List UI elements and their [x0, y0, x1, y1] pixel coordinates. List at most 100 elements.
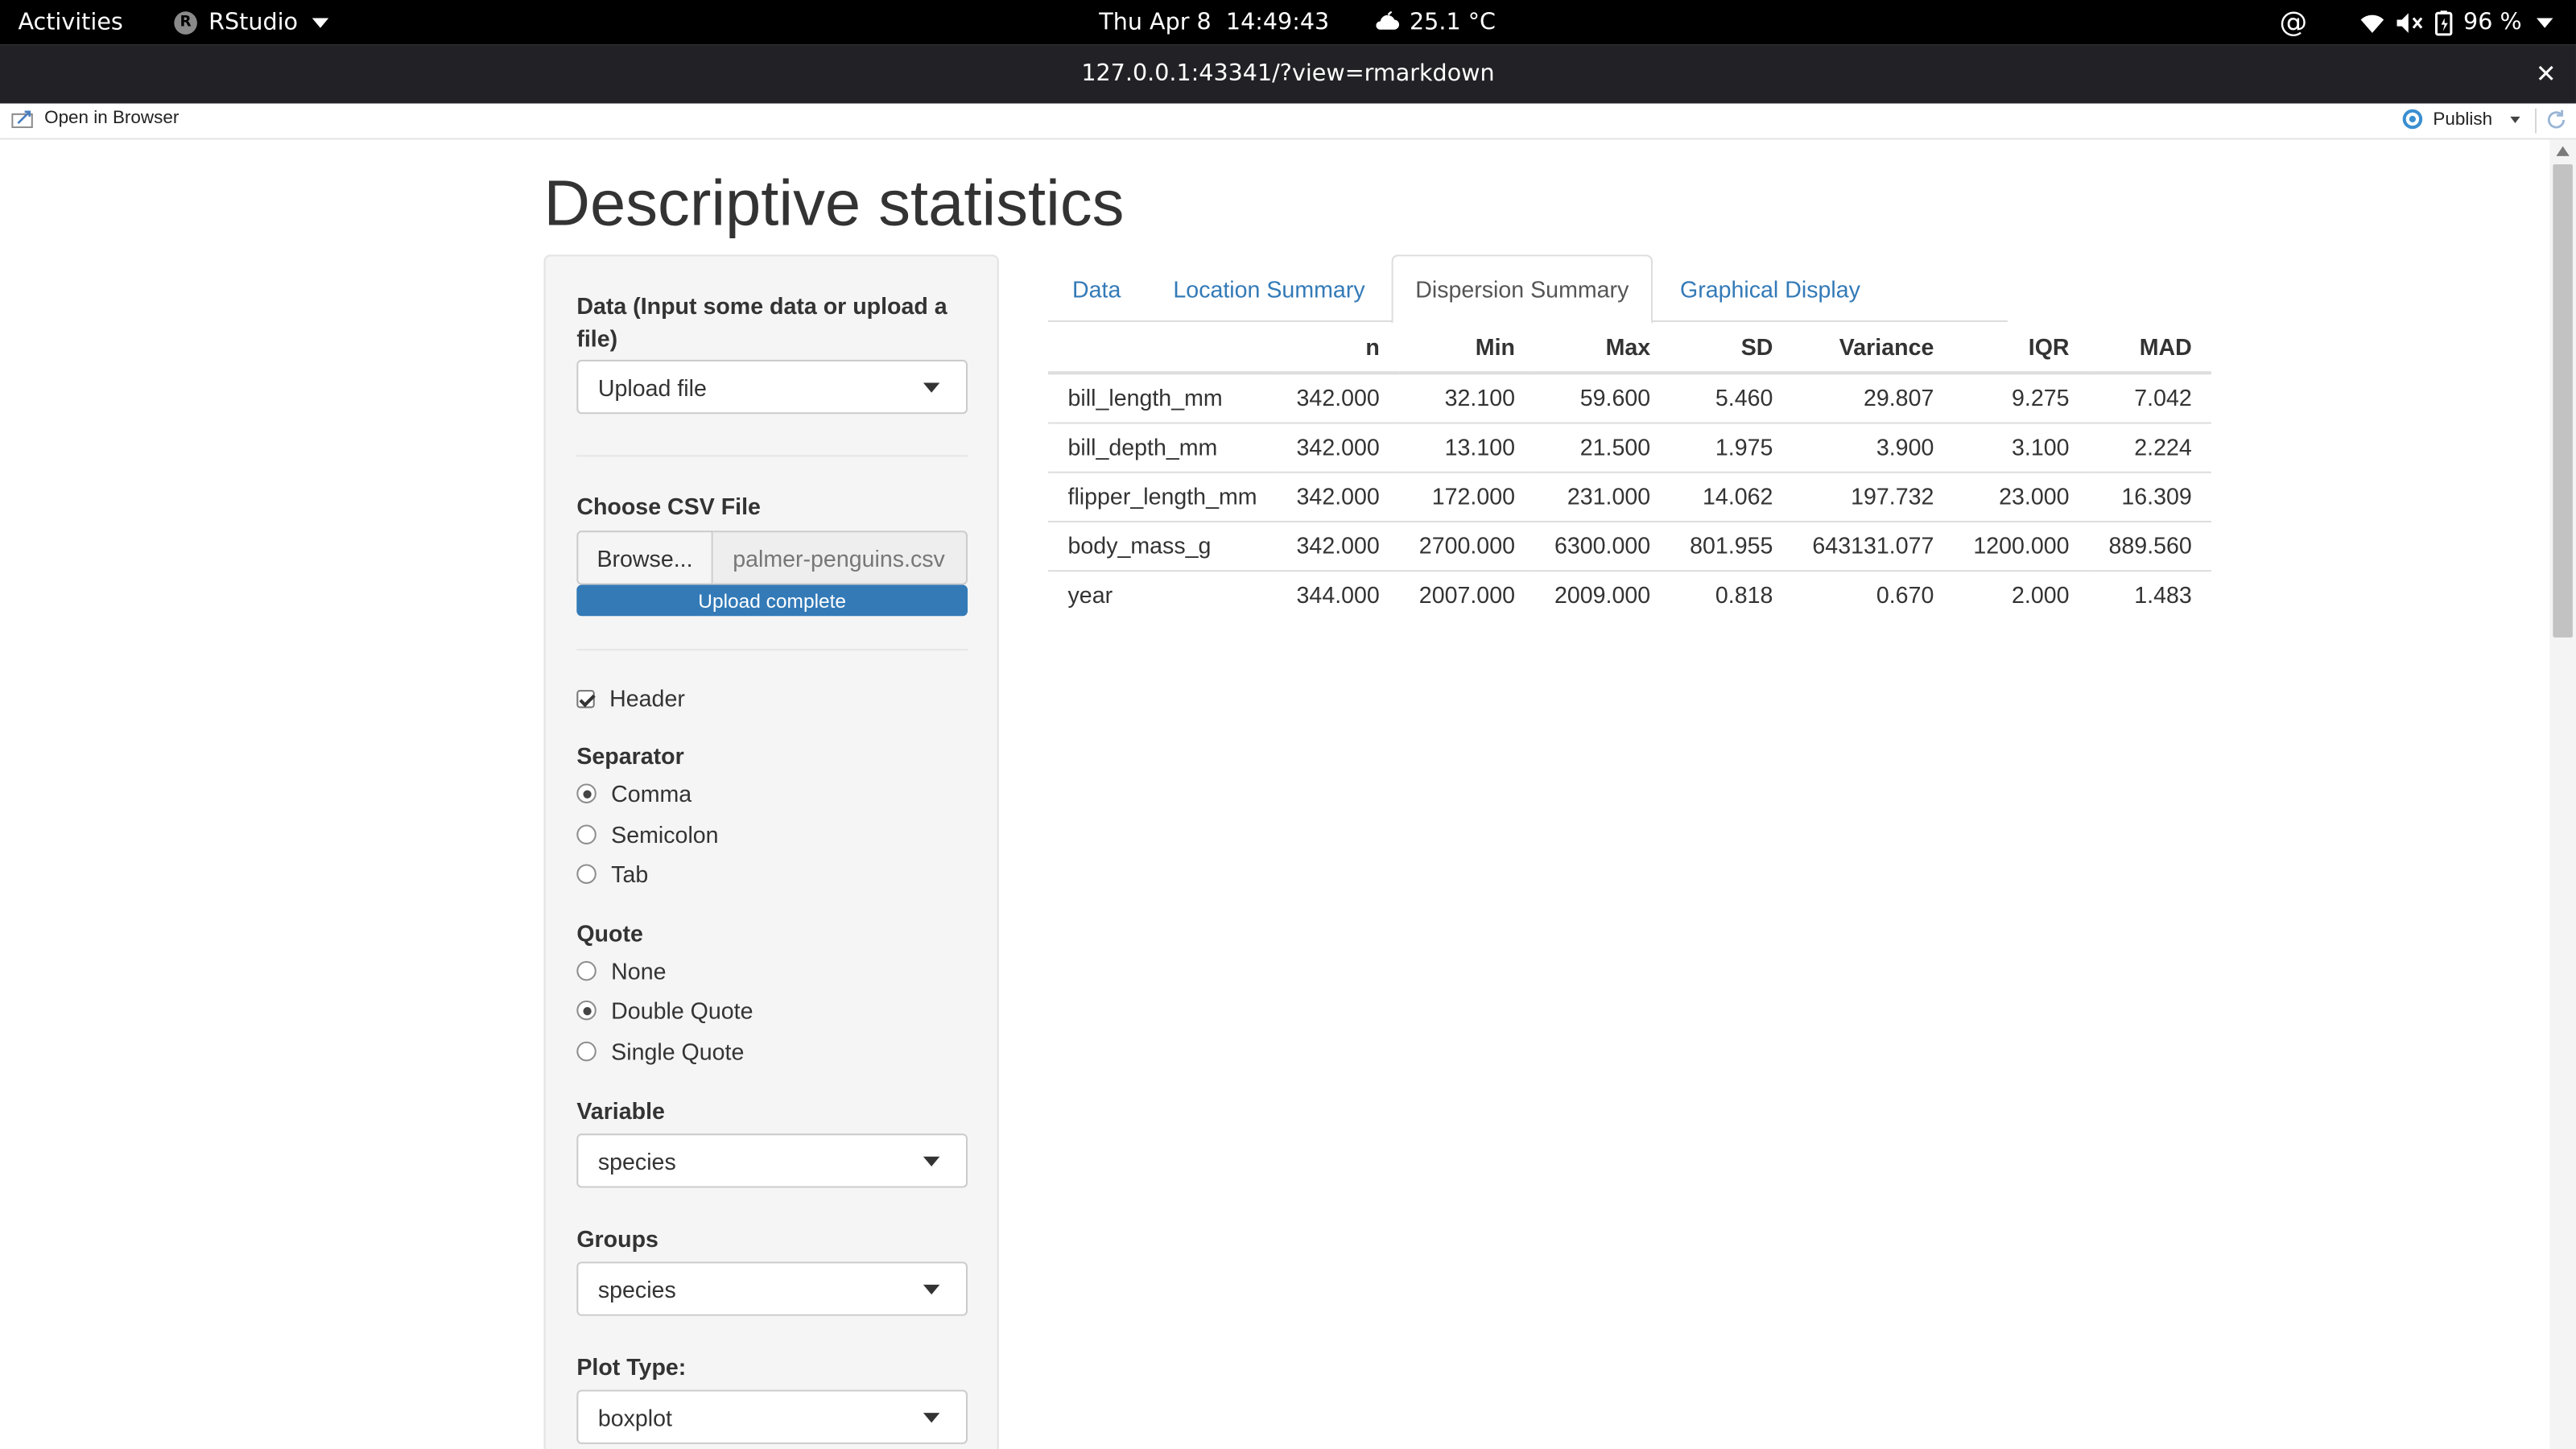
tab-dispersion-summary[interactable]: Dispersion Summary: [1391, 254, 1653, 324]
battery-charging-icon[interactable]: [2435, 9, 2454, 35]
table-cell: 342.000: [1277, 519, 1400, 571]
table-row: flipper_length_mm 342.000 172.000 231.00…: [1048, 470, 2212, 521]
table-row: bill_depth_mm 342.000 13.100 21.500 1.97…: [1048, 421, 2212, 472]
table-cell: 0.670: [1792, 569, 1954, 620]
table-cell: 1200.000: [1953, 519, 2090, 571]
table-row: body_mass_g 342.000 2700.000 6300.000 80…: [1048, 519, 2212, 571]
radio-selected-icon[interactable]: [576, 1000, 597, 1021]
table-cell: 643131.077: [1792, 519, 1954, 571]
table-cell: 0.818: [1670, 569, 1793, 620]
variable-value: species: [597, 1147, 676, 1174]
window-title: 127.0.0.1:43341/?view=rmarkdown: [1081, 60, 1495, 88]
plot-type-select[interactable]: boxplot: [576, 1389, 968, 1444]
page-scrollbar[interactable]: [2549, 139, 2576, 1449]
chevron-down-icon: [923, 1413, 940, 1423]
header-checkbox[interactable]: Header: [576, 685, 685, 712]
quote-label: Quote: [576, 919, 643, 947]
open-in-browser-icon: [11, 109, 33, 128]
table-cell: 6300.000: [1534, 519, 1670, 571]
table-cell: 342.000: [1296, 385, 1380, 411]
table-cell: 2.224: [2089, 421, 2212, 472]
weather-cloud-icon: [1376, 11, 1400, 30]
radio-unselected-icon[interactable]: [576, 824, 597, 844]
open-in-browser-button[interactable]: Open in Browser: [11, 109, 179, 128]
radio-unselected-icon[interactable]: [576, 960, 597, 981]
chevron-down-icon: [312, 17, 329, 27]
table-cell: 801.955: [1670, 519, 1793, 571]
separator-option-tab[interactable]: Tab: [576, 861, 648, 887]
groups-select[interactable]: species: [576, 1261, 968, 1316]
quote-option-single[interactable]: Single Quote: [576, 1038, 744, 1064]
system-tray[interactable]: @ 96 %: [2279, 0, 2553, 44]
publish-dropdown-icon[interactable]: [2510, 115, 2520, 123]
scrollbar-thumb[interactable]: [2553, 164, 2573, 638]
column-header: n: [1277, 321, 1400, 375]
weather-indicator[interactable]: 25.1 °C: [1373, 0, 1496, 44]
radio-label: Comma: [611, 780, 692, 807]
wifi-icon[interactable]: [2359, 10, 2386, 34]
table-cell: 3.900: [1792, 421, 1954, 472]
table-cell: 32.100: [1444, 385, 1516, 411]
upload-progress-bar: Upload complete: [576, 584, 968, 617]
browse-button[interactable]: Browse...: [576, 530, 713, 585]
groups-label: Groups: [576, 1225, 658, 1253]
column-header: Variance: [1792, 321, 1954, 375]
publish-button[interactable]: Publish: [2401, 109, 2520, 130]
at-sign-icon[interactable]: @: [2279, 6, 2307, 39]
plot-type-label: Plot Type:: [576, 1353, 687, 1381]
radio-label: Semicolon: [611, 821, 719, 848]
variable-label: Variable: [576, 1097, 665, 1124]
clock[interactable]: Thu Apr 8 14:49:43: [1099, 0, 1329, 44]
system-menu-chevron-icon[interactable]: [2536, 17, 2553, 27]
table-cell: 2700.000: [1399, 519, 1535, 571]
dispersion-summary-table: n Min Max SD Variance IQR MAD bill_lengt…: [1048, 321, 2212, 620]
radio-selected-icon[interactable]: [576, 783, 597, 803]
divider: [576, 455, 968, 457]
plot-type-value: boxplot: [597, 1403, 673, 1430]
separator-label: Separator: [576, 742, 684, 770]
header-checkbox-label: Header: [609, 685, 685, 712]
radio-unselected-icon[interactable]: [576, 1041, 597, 1062]
radio-label: None: [611, 957, 667, 985]
data-source-select[interactable]: Upload file: [576, 359, 968, 415]
input-sidebar: Data (Input some data or upload a file) …: [543, 254, 999, 1449]
quote-option-double[interactable]: Double Quote: [576, 997, 753, 1023]
volume-muted-icon[interactable]: [2396, 10, 2425, 34]
page-title: Descriptive statistics: [543, 169, 1125, 240]
tab-location-summary[interactable]: Location Summary: [1152, 254, 1387, 322]
table-cell: 889.560: [2089, 519, 2212, 571]
column-header: Max: [1534, 321, 1670, 375]
tab-data[interactable]: Data: [1048, 254, 1145, 322]
output-tabs: Data Location Summary Dispersion Summary…: [1048, 254, 2008, 324]
table-row: year 344.000 2007.000 2009.000 0.818 0.6…: [1048, 569, 2212, 620]
radio-unselected-icon[interactable]: [576, 864, 597, 884]
app-menu-label: RStudio: [208, 9, 299, 35]
file-input: Browse... palmer-penguins.csv: [576, 530, 968, 585]
file-name-field[interactable]: palmer-penguins.csv: [712, 530, 968, 585]
table-cell: 197.732: [1792, 470, 1954, 521]
variable-select[interactable]: species: [576, 1133, 968, 1188]
activities-button[interactable]: Activities: [18, 0, 122, 44]
app-menu[interactable]: R RStudio: [174, 0, 329, 44]
quote-option-none[interactable]: None: [576, 957, 667, 985]
table-cell: 29.807: [1863, 385, 1934, 411]
row-name: body_mass_g: [1048, 519, 1278, 571]
tab-graphical-display[interactable]: Graphical Display: [1657, 254, 1883, 322]
window-titlebar: 127.0.0.1:43341/?view=rmarkdown ✕: [0, 44, 2576, 104]
separator-option-comma[interactable]: Comma: [576, 780, 691, 807]
chevron-down-icon: [923, 382, 940, 393]
table-cell: 59.600: [1579, 385, 1651, 411]
refresh-icon[interactable]: [2545, 109, 2568, 132]
scroll-up-arrow-icon[interactable]: [2556, 146, 2570, 156]
table-cell: 23.000: [1953, 470, 2090, 521]
table-cell: 1.975: [1670, 421, 1793, 472]
battery-percentage: 96 %: [2463, 9, 2522, 35]
separator-option-semicolon[interactable]: Semicolon: [576, 821, 719, 848]
table-cell: 14.062: [1670, 470, 1793, 521]
upload-status-text: Upload complete: [698, 588, 847, 613]
checkbox-checked-icon[interactable]: [576, 689, 595, 708]
column-header: Min: [1399, 321, 1535, 375]
rstudio-app-icon: R: [174, 10, 197, 34]
close-icon[interactable]: ✕: [2536, 59, 2557, 89]
data-source-value: Upload file: [597, 374, 707, 400]
